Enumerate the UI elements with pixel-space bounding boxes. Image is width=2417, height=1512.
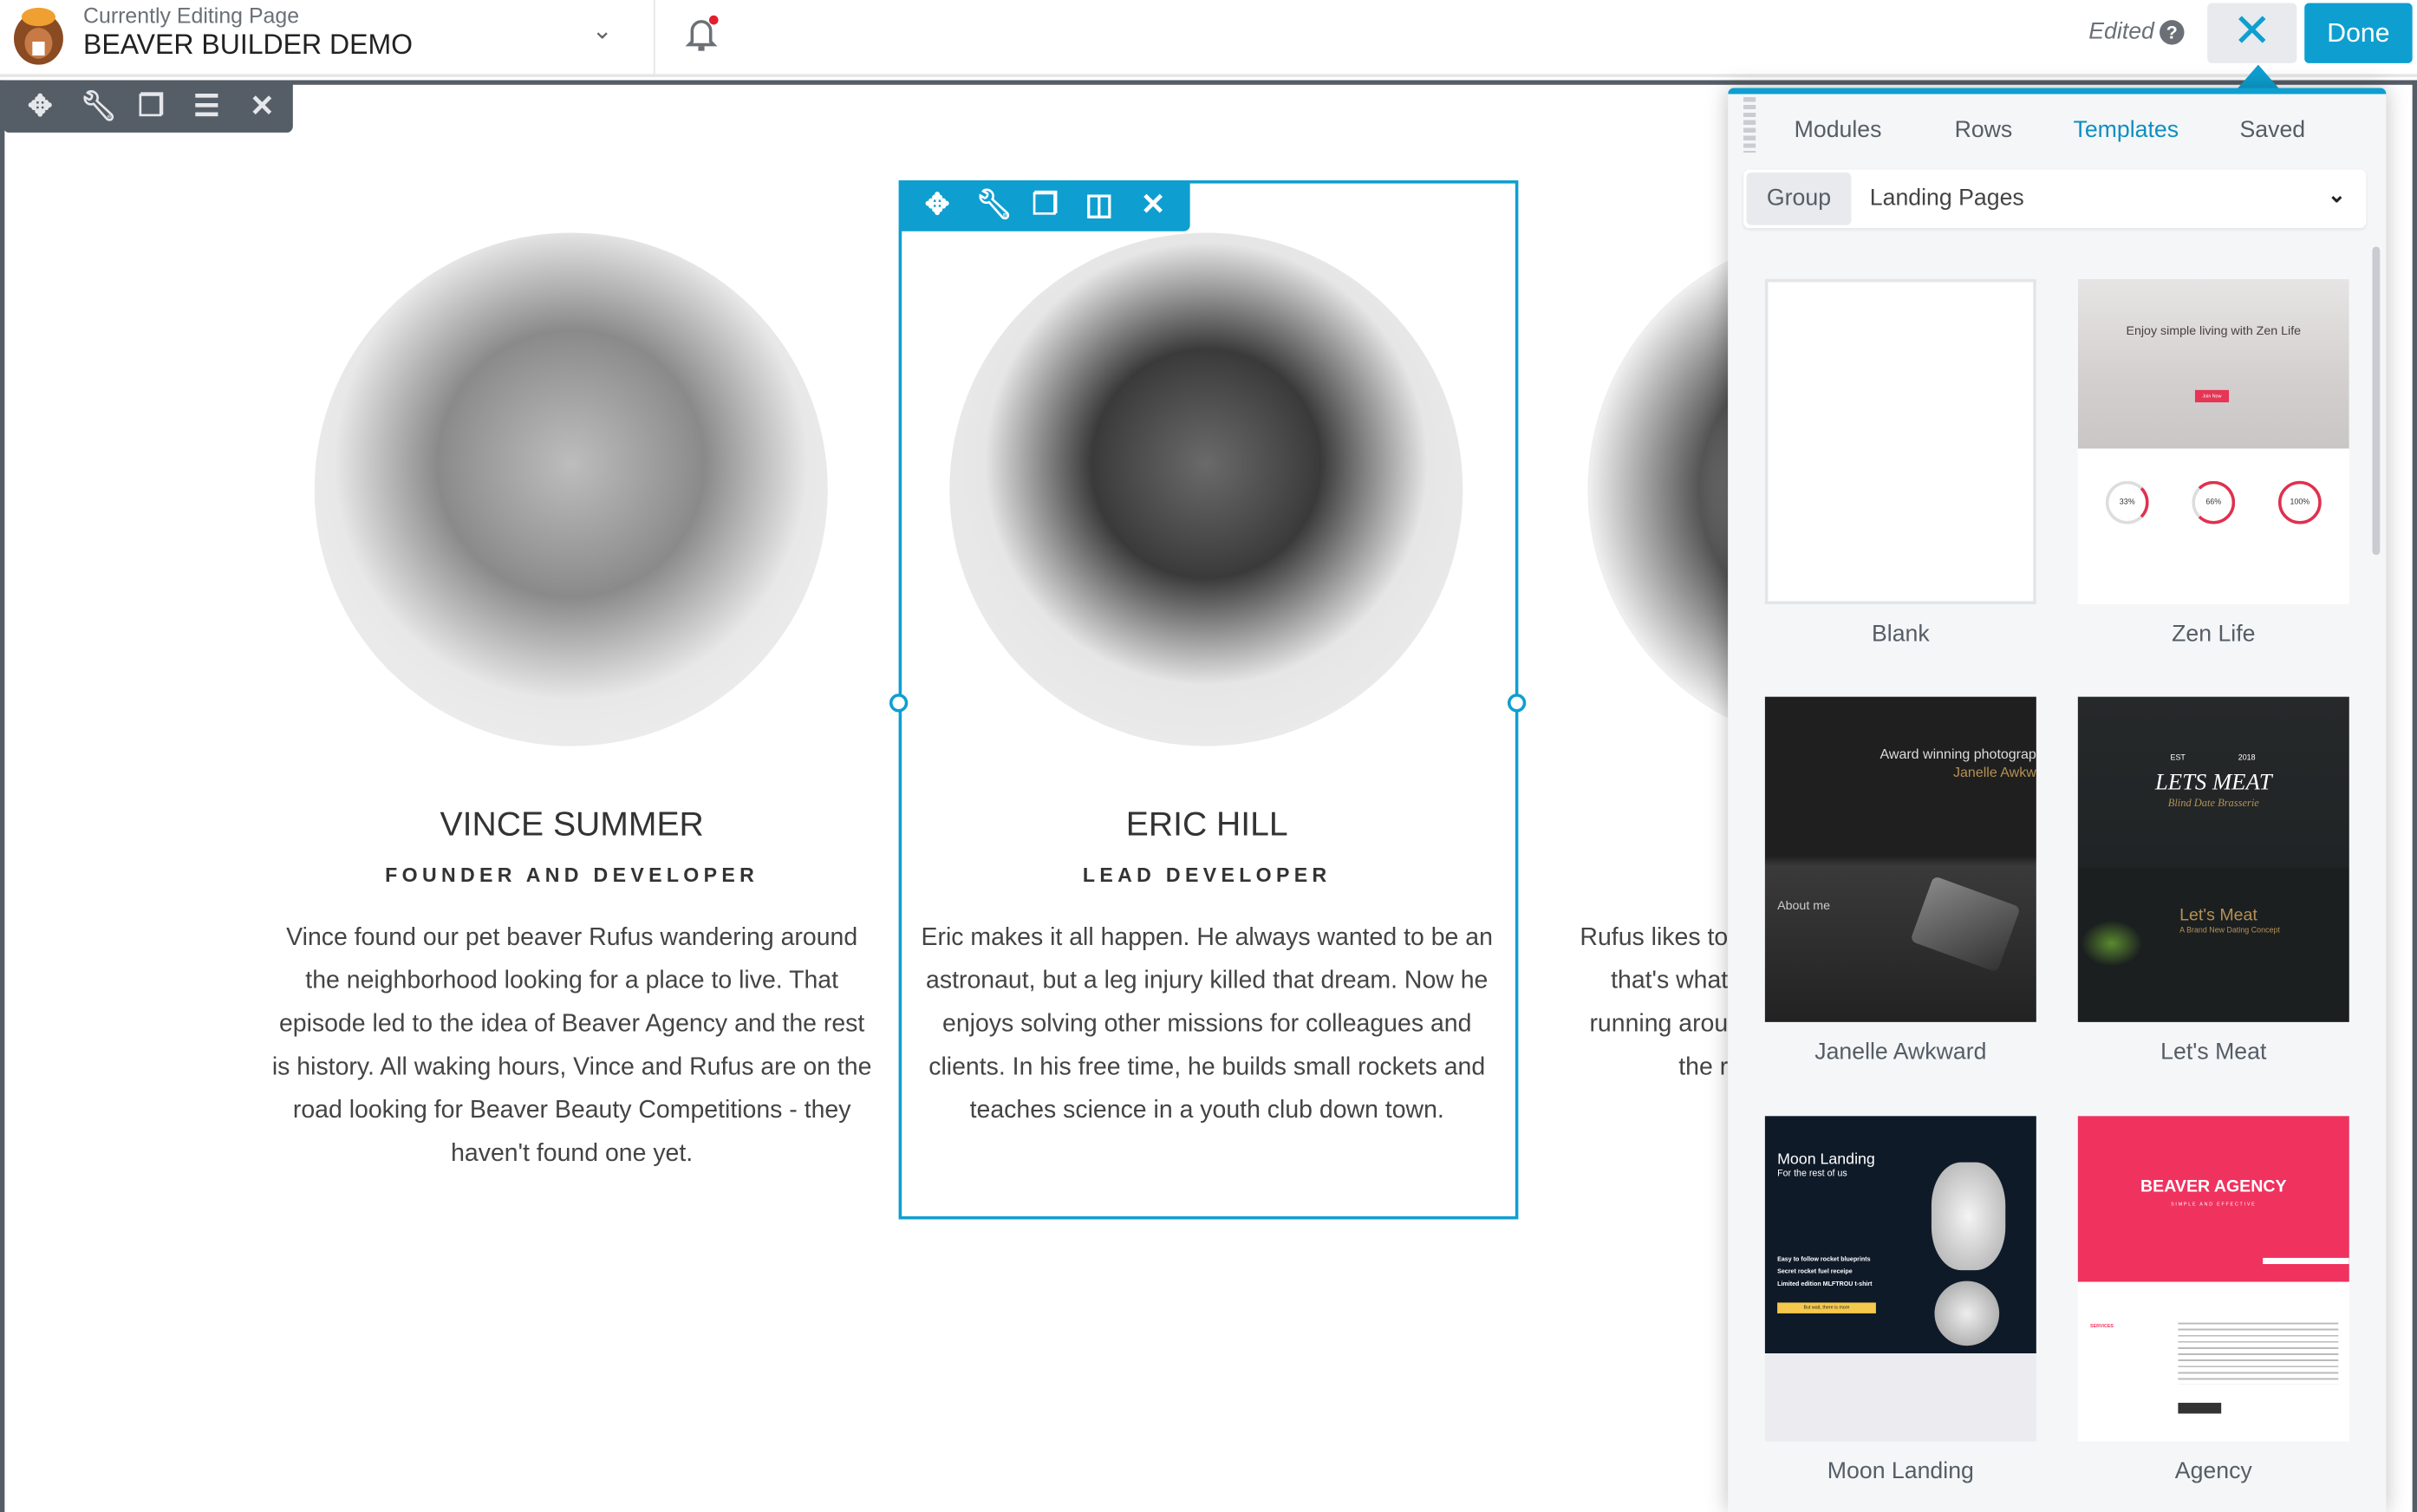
edited-status: Edited bbox=[2088, 18, 2154, 45]
chevron-down-icon[interactable]: ⌄ bbox=[2328, 182, 2346, 208]
panel-scrollbar[interactable] bbox=[2372, 246, 2381, 556]
member-role: FOUNDER AND DEVELOPER bbox=[385, 863, 759, 887]
template-zen-life[interactable]: Enjoy simple living with Zen Life Join N… bbox=[2077, 278, 2349, 604]
member-bio: Rufus likes to that's what running arou … bbox=[1580, 924, 1729, 1081]
template-janelle-awkward[interactable]: Award winning photograp Janelle Awkw Abo… bbox=[1764, 696, 2036, 1022]
team-member-partial: Rufus likes to that's what running arou … bbox=[1541, 0, 1729, 1512]
editing-subtitle: Currently Editing Page bbox=[83, 3, 300, 29]
template-label: Zen Life bbox=[2172, 621, 2256, 648]
template-lets-meat[interactable]: EST 2018 LETS MEAT Blind Date Brasserie … bbox=[2077, 696, 2349, 1022]
resize-handle-left[interactable] bbox=[889, 694, 909, 713]
group-value[interactable]: Landing Pages bbox=[1870, 185, 2024, 211]
close-panel-button[interactable]: ✕ bbox=[2207, 3, 2297, 63]
move-icon[interactable]: ✥ bbox=[922, 190, 953, 222]
template-label: Moon Landing bbox=[1827, 1458, 1974, 1485]
template-blank[interactable] bbox=[1764, 278, 2036, 604]
camera-image bbox=[1910, 876, 2021, 973]
copy-icon[interactable]: ❐ bbox=[135, 92, 166, 124]
tab-modules[interactable]: Modules bbox=[1795, 117, 1882, 143]
wrench-icon[interactable]: 🔧︎ bbox=[80, 92, 117, 124]
done-button[interactable]: Done bbox=[2304, 3, 2413, 63]
member-photo bbox=[314, 232, 828, 746]
close-icon[interactable]: ✕ bbox=[246, 92, 277, 124]
columns-icon[interactable]: ◫ bbox=[1084, 190, 1115, 222]
chevron-down-icon[interactable]: ⌄ bbox=[592, 16, 613, 47]
member-photo bbox=[1587, 232, 1729, 746]
tab-templates[interactable]: Templates bbox=[2073, 117, 2179, 143]
divider bbox=[653, 0, 655, 75]
copy-icon[interactable]: ❐ bbox=[1030, 190, 1061, 222]
drag-handle-icon[interactable] bbox=[1743, 97, 1756, 153]
template-moon-landing[interactable]: Moon Landing For the rest of us Easy to … bbox=[1764, 1116, 2036, 1442]
menu-icon[interactable]: ☰ bbox=[191, 92, 222, 124]
member-name: VINCE SUMMER bbox=[440, 805, 704, 844]
template-label: Janelle Awkward bbox=[1814, 1039, 1987, 1066]
beaver-logo bbox=[14, 7, 63, 65]
panel-pointer bbox=[2236, 64, 2280, 90]
tab-rows[interactable]: Rows bbox=[1955, 117, 2013, 143]
wrench-icon[interactable]: 🔧︎ bbox=[976, 190, 1013, 222]
question-circle-icon[interactable]: ? bbox=[2160, 20, 2185, 45]
builder-screen: Currently Editing Page BEAVER BUILDER DE… bbox=[0, 0, 2417, 1512]
close-icon[interactable]: ✕ bbox=[1137, 190, 1169, 222]
group-label: Group bbox=[1746, 173, 1852, 225]
template-label: Agency bbox=[2174, 1458, 2252, 1485]
bell-icon[interactable] bbox=[683, 14, 720, 54]
tab-saved[interactable]: Saved bbox=[2240, 117, 2306, 143]
template-agency[interactable]: BEAVER AGENCY SIMPLE AND EFFECTIVE SERVI… bbox=[2077, 1116, 2349, 1442]
page-title[interactable]: BEAVER BUILDER DEMO bbox=[83, 29, 413, 62]
template-label: Blank bbox=[1871, 621, 1930, 648]
template-label: Let's Meat bbox=[2160, 1039, 2267, 1066]
module-toolbar: ✥ 🔧︎ ❐ ◫ ✕ bbox=[900, 180, 1190, 231]
resize-handle-right[interactable] bbox=[1507, 694, 1527, 713]
row-toolbar: ✥ 🔧︎ ❐ ☰ ✕ bbox=[3, 83, 293, 133]
selected-module-outline bbox=[898, 180, 1519, 1220]
member-bio: Vince found our pet beaver Rufus wanderi… bbox=[271, 924, 872, 1167]
move-icon[interactable]: ✥ bbox=[24, 92, 55, 124]
